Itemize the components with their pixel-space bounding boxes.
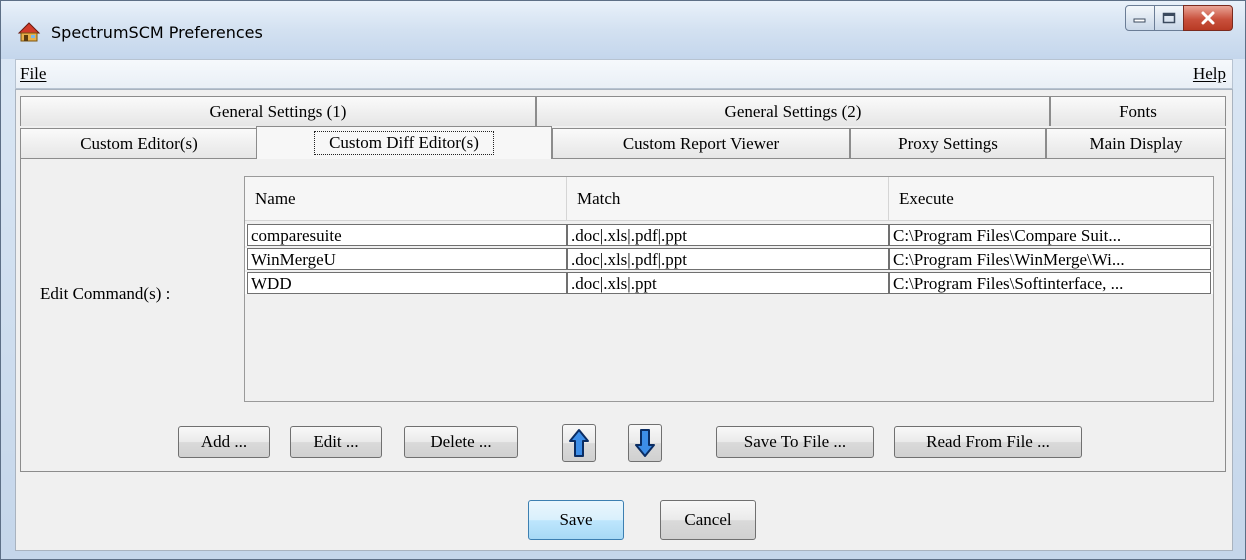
- cell-execute: C:\Program Files\Softinterface, ...: [889, 272, 1211, 294]
- tab-main-display[interactable]: Main Display: [1046, 128, 1226, 158]
- tab-custom-report-viewer[interactable]: Custom Report Viewer: [552, 128, 850, 158]
- tab-label: Fonts: [1119, 101, 1157, 121]
- tab-custom-diff-editors[interactable]: Custom Diff Editor(s): [256, 126, 552, 159]
- tab-label: General Settings (2): [724, 101, 862, 121]
- delete-button[interactable]: Delete ...: [404, 426, 518, 458]
- cell-match: .doc|.xls|.pdf|.ppt: [567, 224, 889, 246]
- edit-button[interactable]: Edit ...: [290, 426, 382, 458]
- maximize-icon: [1162, 12, 1176, 24]
- save-button[interactable]: Save: [528, 500, 624, 540]
- tab-label: Proxy Settings: [898, 133, 998, 153]
- cell-execute: C:\Program Files\Compare Suit...: [889, 224, 1211, 246]
- tab-proxy-settings[interactable]: Proxy Settings: [850, 128, 1046, 158]
- column-header-execute[interactable]: Execute: [889, 177, 1213, 221]
- column-header-match[interactable]: Match: [567, 177, 889, 221]
- move-up-button[interactable]: [562, 424, 596, 462]
- window-title: SpectrumSCM Preferences: [51, 23, 263, 42]
- save-to-file-button[interactable]: Save To File ...: [716, 426, 874, 458]
- table-row[interactable]: WDD .doc|.xls|.ppt C:\Program Files\Soft…: [245, 272, 1213, 294]
- table-header: Name Match Execute: [245, 177, 1213, 221]
- arrow-down-icon: [635, 429, 655, 457]
- title-bar[interactable]: SpectrumSCM Preferences: [1, 1, 1245, 59]
- cell-name: WDD: [247, 272, 567, 294]
- edit-commands-label: Edit Command(s) :: [40, 284, 171, 303]
- tab-label: General Settings (1): [209, 101, 347, 121]
- tab-general-settings-2[interactable]: General Settings (2): [536, 96, 1050, 126]
- read-from-file-button[interactable]: Read From File ...: [894, 426, 1082, 458]
- cell-execute: C:\Program Files\WinMerge\Wi...: [889, 248, 1211, 270]
- menu-bar: File Help: [15, 59, 1233, 89]
- menu-file[interactable]: File: [20, 64, 46, 84]
- table-row[interactable]: WinMergeU .doc|.xls|.pdf|.ppt C:\Program…: [245, 248, 1213, 270]
- close-button[interactable]: [1183, 5, 1233, 31]
- cell-name: comparesuite: [247, 224, 567, 246]
- cell-name: WinMergeU: [247, 248, 567, 270]
- add-button[interactable]: Add ...: [178, 426, 270, 458]
- tab-custom-editors[interactable]: Custom Editor(s): [20, 128, 258, 158]
- minimize-button[interactable]: [1125, 5, 1155, 31]
- table-row[interactable]: comparesuite .doc|.xls|.pdf|.ppt C:\Prog…: [245, 224, 1213, 246]
- cell-match: .doc|.xls|.pdf|.ppt: [567, 248, 889, 270]
- preferences-window: SpectrumSCM Preferences File Help Genera…: [0, 0, 1246, 560]
- tab-label: Custom Editor(s): [80, 133, 198, 153]
- tab-fonts[interactable]: Fonts: [1050, 96, 1226, 126]
- tab-label: Main Display: [1089, 133, 1183, 153]
- column-header-name[interactable]: Name: [245, 177, 567, 221]
- commands-table[interactable]: Name Match Execute comparesuite .doc|.xl…: [244, 176, 1214, 402]
- cancel-button[interactable]: Cancel: [660, 500, 756, 540]
- menu-help[interactable]: Help: [1193, 64, 1226, 84]
- minimize-icon: [1133, 18, 1146, 23]
- close-icon: [1201, 11, 1215, 25]
- maximize-button[interactable]: [1154, 5, 1184, 31]
- tab-general-settings-1[interactable]: General Settings (1): [20, 96, 536, 126]
- tab-label: Custom Report Viewer: [622, 133, 780, 153]
- preferences-content: General Settings (1) General Settings (2…: [15, 89, 1233, 551]
- cell-match: .doc|.xls|.ppt: [567, 272, 889, 294]
- scm-app-icon: [17, 22, 41, 42]
- arrow-up-icon: [569, 429, 589, 457]
- tab-label: Custom Diff Editor(s): [314, 131, 494, 155]
- move-down-button[interactable]: [628, 424, 662, 462]
